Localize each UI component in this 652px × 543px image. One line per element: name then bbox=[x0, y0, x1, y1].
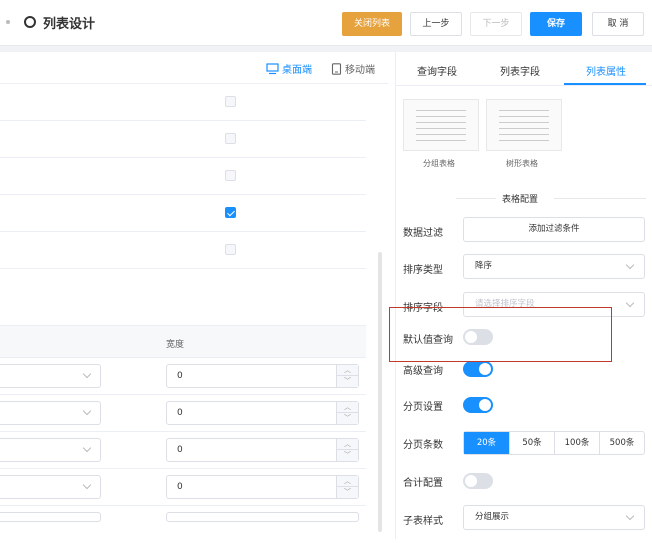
table-row: 0 ︿ ﹀ bbox=[0, 469, 366, 506]
field-list-panel: 桌面端 移动端 宽度 0 ︿ ﹀ 0 ︿ ﹀ 0 ︿ ﹀ 0 ︿ ﹀ bbox=[0, 52, 388, 539]
page-size-label: 分页条数 bbox=[403, 440, 443, 451]
width-stepper[interactable]: 0 ︿ ﹀ bbox=[166, 438, 359, 462]
advanced-query-switch[interactable] bbox=[463, 361, 493, 377]
table-row: 0 ︿ ﹀ bbox=[0, 395, 366, 432]
width-stepper[interactable] bbox=[166, 512, 359, 522]
chevron-down-icon bbox=[625, 260, 635, 270]
width-value: 0 bbox=[177, 445, 183, 455]
width-value: 0 bbox=[177, 482, 183, 492]
page-size-selector: 20条 50条 100条 500条 bbox=[463, 431, 645, 455]
mobile-toggle[interactable]: 移动端 bbox=[331, 61, 375, 76]
decrement-icon[interactable]: ﹀ bbox=[337, 450, 358, 461]
field-row bbox=[0, 158, 366, 195]
cancel-button[interactable]: 取 消 bbox=[592, 12, 644, 36]
width-stepper[interactable]: 0 ︿ ﹀ bbox=[166, 475, 359, 499]
width-stepper[interactable]: 0 ︿ ﹀ bbox=[166, 364, 359, 388]
next-step-button[interactable]: 下一步 bbox=[470, 12, 522, 36]
advanced-query-label: 高级查询 bbox=[403, 366, 443, 377]
increment-icon[interactable]: ︿ bbox=[337, 476, 358, 487]
subtable-style-value: 分组展示 bbox=[475, 512, 510, 522]
field-select[interactable] bbox=[0, 475, 101, 499]
paging-switch[interactable] bbox=[463, 397, 493, 413]
chevron-down-icon bbox=[625, 298, 635, 308]
field-row bbox=[0, 121, 366, 158]
field-select[interactable] bbox=[0, 512, 101, 522]
summary-switch[interactable] bbox=[463, 473, 493, 489]
table-row-partial bbox=[0, 506, 366, 543]
group-table-label: 分组表格 bbox=[423, 159, 455, 168]
sort-type-label: 排序类型 bbox=[403, 265, 443, 276]
sort-type-select[interactable]: 降序 bbox=[463, 254, 645, 279]
chevron-down-icon bbox=[625, 511, 635, 521]
field-select[interactable] bbox=[0, 438, 101, 462]
field-checkbox[interactable] bbox=[225, 96, 236, 107]
chevron-down-icon bbox=[82, 369, 92, 379]
paging-label: 分页设置 bbox=[403, 402, 443, 413]
decrement-icon[interactable]: ﹀ bbox=[337, 413, 358, 424]
width-value: 0 bbox=[177, 371, 183, 381]
width-value: 0 bbox=[177, 408, 183, 418]
field-row bbox=[0, 84, 366, 121]
tree-table-template[interactable] bbox=[486, 99, 562, 151]
divider bbox=[456, 198, 496, 199]
mobile-icon bbox=[331, 63, 342, 75]
divider bbox=[554, 198, 646, 199]
tab-list-properties[interactable]: 列表属性 bbox=[586, 63, 626, 78]
page-title: 列表设计 bbox=[43, 17, 96, 32]
desktop-toggle[interactable]: 桌面端 bbox=[266, 61, 312, 76]
width-column-header: 宽度 bbox=[166, 340, 185, 350]
page-size-100[interactable]: 100条 bbox=[554, 432, 599, 454]
width-stepper[interactable]: 0 ︿ ﹀ bbox=[166, 401, 359, 425]
mobile-label: 移动端 bbox=[345, 65, 375, 76]
increment-icon[interactable]: ︿ bbox=[337, 365, 358, 376]
table-row: 0 ︿ ﹀ bbox=[0, 432, 366, 469]
monitor-icon bbox=[266, 63, 279, 75]
field-select[interactable] bbox=[0, 364, 101, 388]
subtable-style-label: 子表样式 bbox=[403, 516, 443, 527]
properties-panel: 查询字段 列表字段 列表属性 分组表格 树形表格 表格配置 数据过滤 添加过滤条… bbox=[395, 52, 652, 539]
circle-icon bbox=[24, 16, 36, 28]
increment-icon[interactable]: ︿ bbox=[337, 402, 358, 413]
group-table-template[interactable] bbox=[403, 99, 479, 151]
active-tab-indicator bbox=[564, 83, 646, 85]
width-table-header: 宽度 bbox=[0, 325, 366, 358]
summary-label: 合计配置 bbox=[403, 478, 443, 489]
filter-label: 数据过滤 bbox=[403, 228, 443, 239]
desktop-label: 桌面端 bbox=[282, 65, 312, 76]
save-button[interactable]: 保存 bbox=[530, 12, 582, 36]
chevron-down-icon bbox=[82, 406, 92, 416]
close-list-button[interactable]: 关闭列表 bbox=[342, 12, 402, 36]
field-checkbox[interactable] bbox=[225, 170, 236, 181]
field-select[interactable] bbox=[0, 401, 101, 425]
page-size-50[interactable]: 50条 bbox=[509, 432, 554, 454]
page-size-20[interactable]: 20条 bbox=[464, 432, 509, 454]
add-filter-button[interactable]: 添加过滤条件 bbox=[463, 217, 645, 242]
tab-list-fields[interactable]: 列表字段 bbox=[500, 63, 540, 78]
decrement-icon[interactable]: ﹀ bbox=[337, 487, 358, 498]
field-checkbox[interactable] bbox=[225, 244, 236, 255]
subtable-style-select[interactable]: 分组展示 bbox=[463, 505, 645, 530]
device-switch-bar: 桌面端 移动端 bbox=[0, 52, 388, 84]
sort-type-value: 降序 bbox=[475, 261, 493, 271]
breadcrumb-dot bbox=[6, 20, 10, 24]
properties-tabs: 查询字段 列表字段 列表属性 bbox=[396, 52, 652, 86]
prev-step-button[interactable]: 上一步 bbox=[410, 12, 462, 36]
field-row bbox=[0, 195, 366, 232]
increment-icon[interactable]: ︿ bbox=[337, 439, 358, 450]
field-checkbox-checked[interactable] bbox=[225, 207, 236, 218]
tab-query-fields[interactable]: 查询字段 bbox=[417, 63, 457, 78]
chevron-down-icon bbox=[82, 443, 92, 453]
section-title: 表格配置 bbox=[502, 195, 539, 205]
field-checkbox[interactable] bbox=[225, 133, 236, 144]
highlight-box bbox=[389, 307, 612, 362]
top-bar: 列表设计 关闭列表 上一步 下一步 保存 取 消 bbox=[0, 0, 652, 46]
scrollbar[interactable] bbox=[378, 252, 382, 532]
tree-table-label: 树形表格 bbox=[506, 159, 538, 168]
table-row: 0 ︿ ﹀ bbox=[0, 358, 366, 395]
chevron-down-icon bbox=[82, 480, 92, 490]
page-size-500[interactable]: 500条 bbox=[599, 432, 644, 454]
decrement-icon[interactable]: ﹀ bbox=[337, 376, 358, 387]
field-row bbox=[0, 232, 366, 269]
